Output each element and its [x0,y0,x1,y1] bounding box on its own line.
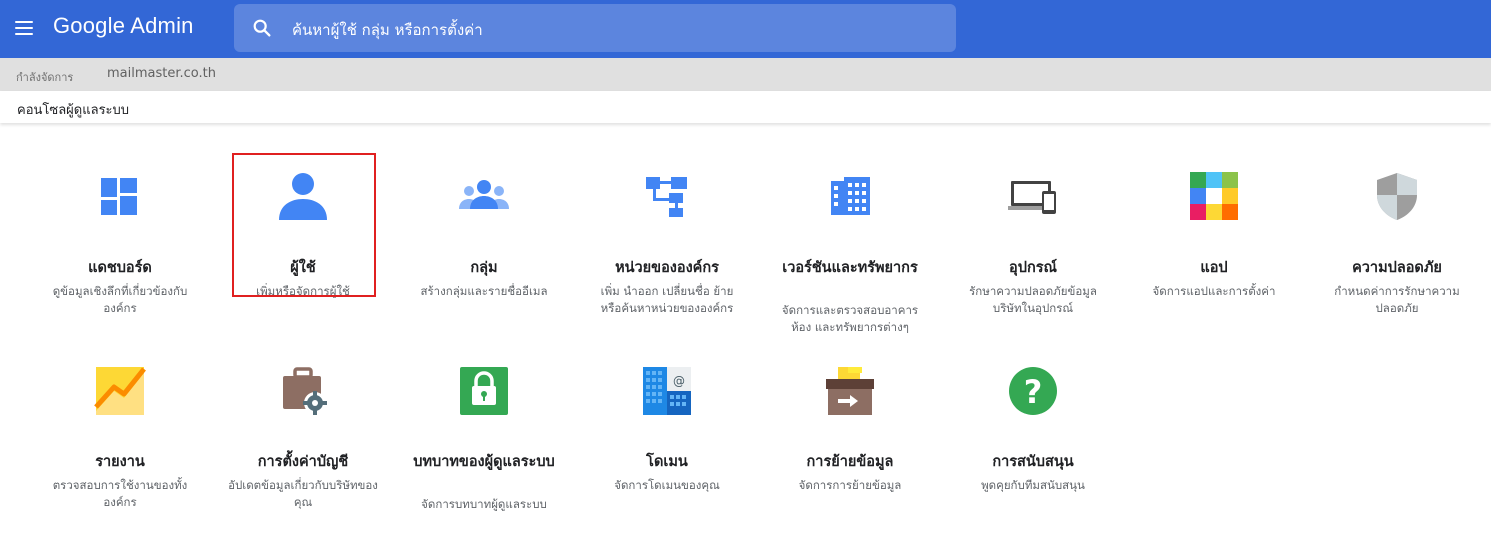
breadcrumb: คอนโซลผู้ดูแลระบบ [0,91,1491,123]
tile-title: กลุ่ม [470,260,498,276]
tile-description: กำหนดค่าการรักษาความปลอดภัย [1334,284,1460,315]
tile-description: จัดการโดเมนของคุณ [614,478,720,492]
devices-icon [1008,181,1056,214]
tile-title: บทบาทของผู้ดูแลระบบ [413,454,555,470]
tile-title: เวอร์ชันและทรัพยากร [782,260,918,276]
tile-title: แอป [1200,260,1228,276]
admin-roles-icon [460,367,508,415]
search-icon[interactable] [251,17,273,39]
tile-description: จัดการบทบาทผู้ดูแลระบบ [421,497,547,511]
tile-description: จัดการแอปและการตั้งค่า [1152,284,1276,298]
tile-description: อัปเดตข้อมูลเกี่ยวกับบริษัทของคุณ [228,478,378,509]
top-app-bar: Google Admin ค้นหาผู้ใช้ กลุ่ม หรือการตั… [0,0,1491,58]
tile-description: ตรวจสอบการใช้งานของทั้งองค์กร [52,478,188,509]
tile-description: ดูข้อมูลเชิงลึกที่เกี่ยวข้องกับองค์กร [52,284,188,315]
search-input[interactable]: ค้นหาผู้ใช้ กลุ่ม หรือการตั้งค่า [292,18,483,42]
tile-title: ผู้ใช้ [290,260,316,276]
dashboard-icon [101,178,137,215]
tile-title: แดชบอร์ด [88,260,152,276]
security-shield-icon [1377,173,1417,220]
org-units-icon [646,177,687,217]
domain-name: mailmaster.co.th [107,66,216,81]
svg-text:?: ? [1024,373,1043,411]
domain-bar: กำลังจัดการ mailmaster.co.th [0,58,1491,91]
tile-description: รักษาความปลอดภัยข้อมูลบริษัทในอุปกรณ์ [969,284,1097,315]
tile-description: พูดคุยกับทีมสนับสนุน [981,478,1085,492]
tile-title: ความปลอดภัย [1352,260,1442,276]
user-icon [279,173,327,220]
search-box[interactable]: ค้นหาผู้ใช้ กลุ่ม หรือการตั้งค่า [234,4,956,52]
tile-title: การตั้งค่าบัญชี [257,454,349,470]
svg-text:@: @ [673,374,685,388]
tile-description: สร้างกลุ่มและรายชื่ออีเมล [420,284,548,298]
page-title[interactable]: คอนโซลผู้ดูแลระบบ [17,99,129,120]
group-icon [459,180,509,209]
domains-icon: @ [643,367,691,415]
tile-description: เพิ่ม นำออก เปลี่ยนชื่อ ย้าย หรือค้นหาหน… [600,284,734,315]
account-settings-icon [283,367,327,415]
building-icon [831,177,870,215]
tile-title: หน่วยขององค์กร [615,260,719,276]
tile-title: โดเมน [646,454,688,470]
tile-description: จัดการและตรวจสอบอาคาร ห้อง และทรัพยากรต่… [781,303,919,334]
tile-title: การย้ายข้อมูล [806,454,894,470]
tile-title: อุปกรณ์ [1009,260,1057,276]
apps-icon [1190,172,1238,220]
google-admin-logo[interactable]: Google Admin [53,13,194,39]
data-migration-icon [826,367,874,415]
support-icon: ? [1009,367,1057,415]
tile-description: จัดการการย้ายข้อมูล [798,478,902,492]
hamburger-menu-icon[interactable] [12,16,38,42]
reports-icon [94,367,146,415]
tile-title: การสนับสนุน [992,454,1074,470]
tile-title: รายงาน [95,454,145,470]
managing-label: กำลังจัดการ [16,71,74,84]
tile-description: เพิ่มหรือจัดการผู้ใช้ [256,284,350,298]
